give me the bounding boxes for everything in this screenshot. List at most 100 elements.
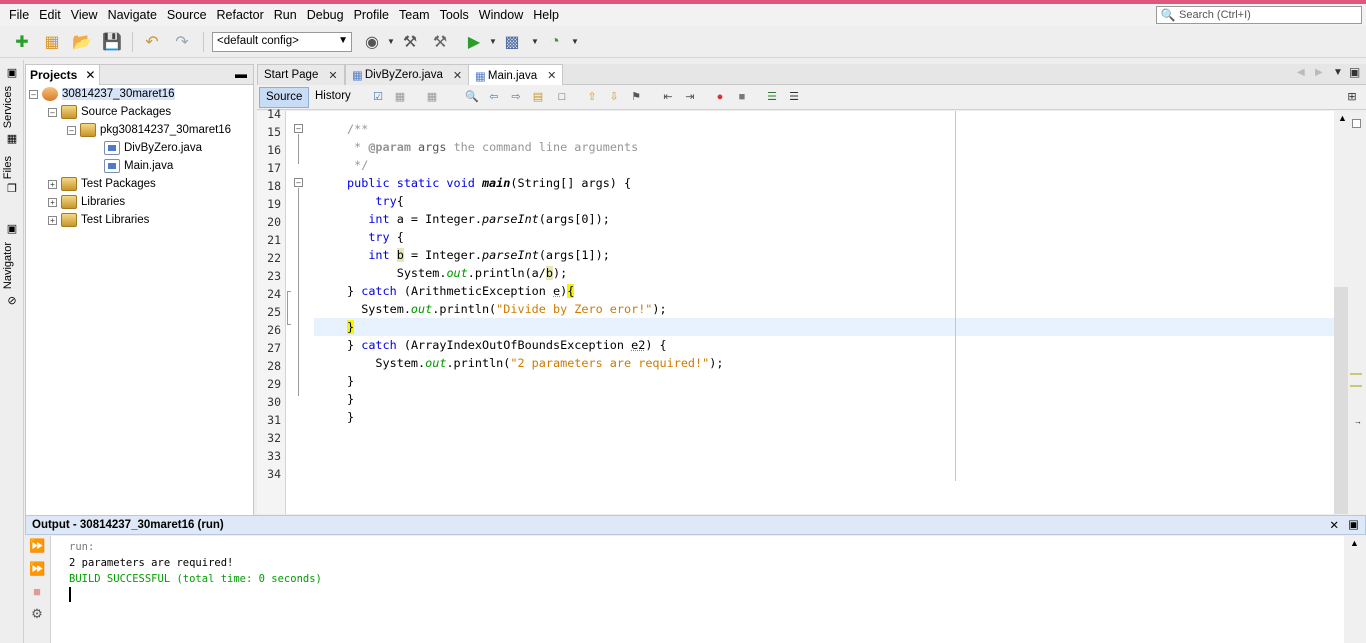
tree-item-libraries[interactable]: + Libraries bbox=[48, 193, 125, 211]
config-select[interactable]: <default config> ▼ bbox=[212, 32, 352, 52]
find-next-icon[interactable]: ⇨ bbox=[507, 89, 525, 106]
tab-divbyzero[interactable]: ▦ DivByZero.java ✕ bbox=[345, 64, 470, 85]
clean-build-icon[interactable]: ⚒ bbox=[428, 30, 452, 54]
close-icon[interactable]: ✕ bbox=[328, 69, 337, 82]
menu-profile[interactable]: Profile bbox=[349, 8, 394, 22]
editor-scrollbar[interactable]: ▲ → bbox=[1334, 111, 1366, 514]
chevron-down-icon[interactable]: ▼ bbox=[387, 37, 395, 46]
next-bookmark-icon[interactable]: ⇩ bbox=[605, 89, 623, 106]
source-view-button[interactable]: Source bbox=[259, 87, 310, 108]
chevron-down-icon[interactable]: ▼ bbox=[531, 37, 539, 46]
save-all-icon[interactable]: 💾 bbox=[100, 30, 124, 54]
debug-project-icon[interactable]: ▩ bbox=[500, 30, 524, 54]
tab-list-icon[interactable]: ▼ bbox=[1333, 67, 1343, 78]
menu-tools[interactable]: Tools bbox=[435, 8, 474, 22]
code-editor[interactable]: /** * @param args the command line argum… bbox=[314, 111, 1334, 514]
output-scrollbar[interactable]: ▲ bbox=[1344, 536, 1366, 643]
tree-item-project[interactable]: – 30814237_30maret16 bbox=[29, 85, 175, 103]
find-previous-icon[interactable]: ⇦ bbox=[485, 89, 503, 106]
minimize-icon[interactable]: ▬ bbox=[235, 67, 247, 81]
tree-item-test-libraries[interactable]: + Test Libraries bbox=[48, 211, 149, 229]
tab-main[interactable]: ▦ Main.java ✕ bbox=[468, 64, 564, 86]
fold-icon[interactable]: – bbox=[294, 178, 303, 187]
shift-left-icon[interactable]: ⇤ bbox=[659, 89, 677, 106]
navigator-tab[interactable]: Navigator bbox=[2, 242, 14, 289]
open-project-icon[interactable]: 📂 bbox=[70, 30, 94, 54]
comment-icon[interactable]: ☰ bbox=[763, 89, 781, 106]
warning-mark[interactable] bbox=[1350, 373, 1362, 375]
files-tab[interactable]: Files bbox=[2, 156, 14, 179]
menu-help[interactable]: Help bbox=[528, 8, 564, 22]
undo-icon[interactable]: ↶ bbox=[140, 30, 164, 54]
history-view-button[interactable]: History bbox=[309, 87, 357, 108]
scrollbar-thumb[interactable] bbox=[1334, 287, 1348, 514]
scroll-left-icon[interactable]: ◀ bbox=[1297, 67, 1305, 78]
warning-mark[interactable] bbox=[1350, 385, 1362, 387]
output-console[interactable]: run: 2 parameters are required! BUILD SU… bbox=[50, 536, 1344, 643]
scroll-up-icon[interactable]: ▲ bbox=[1338, 113, 1347, 123]
toggle-highlight-icon[interactable]: ▤ bbox=[529, 89, 547, 106]
restore-window-icon[interactable]: ▣ bbox=[5, 222, 19, 236]
navigator-icon[interactable]: ⊘ bbox=[5, 294, 19, 308]
shift-right-icon[interactable]: ⇥ bbox=[681, 89, 699, 106]
menu-view[interactable]: View bbox=[66, 8, 103, 22]
menu-run[interactable]: Run bbox=[269, 8, 302, 22]
menu-team[interactable]: Team bbox=[394, 8, 435, 22]
toggle-bookmark-icon[interactable]: ⚑ bbox=[627, 89, 645, 106]
scroll-up-icon[interactable]: ▲ bbox=[1350, 538, 1359, 548]
expand-icon[interactable]: + bbox=[48, 179, 57, 189]
collapse-icon[interactable]: – bbox=[48, 107, 57, 117]
tree-item-package[interactable]: – pkg30814237_30maret16 bbox=[67, 121, 231, 139]
previous-bookmark-icon[interactable]: ⇧ bbox=[583, 89, 601, 106]
services-tab[interactable]: Services bbox=[2, 86, 14, 128]
search-input[interactable]: 🔍 Search (Ctrl+I) bbox=[1156, 6, 1362, 24]
tree-item-source-packages[interactable]: – Source Packages bbox=[48, 103, 171, 121]
rerun-with-options-icon[interactable]: ⏩ bbox=[29, 561, 45, 577]
uncomment-icon[interactable]: ☰ bbox=[785, 89, 803, 106]
files-icon[interactable]: ❐ bbox=[5, 182, 19, 196]
expand-icon[interactable]: + bbox=[48, 197, 57, 207]
tree-item-test-packages[interactable]: + Test Packages bbox=[48, 175, 156, 193]
restore-window-icon[interactable]: ▣ bbox=[1349, 65, 1360, 79]
run-project-icon[interactable]: ▶ bbox=[462, 30, 486, 54]
menu-edit[interactable]: Edit bbox=[34, 8, 66, 22]
menu-file[interactable]: File bbox=[4, 8, 34, 22]
menu-source[interactable]: Source bbox=[162, 8, 212, 22]
find-icon[interactable]: 🔍 bbox=[463, 89, 481, 106]
scroll-right-icon[interactable]: ▶ bbox=[1315, 67, 1323, 78]
chevron-down-icon[interactable]: ▼ bbox=[489, 37, 497, 46]
menu-debug[interactable]: Debug bbox=[302, 8, 349, 22]
split-editor-icon[interactable]: ⊞ bbox=[1343, 89, 1361, 106]
record-macro-icon[interactable]: ● bbox=[711, 89, 729, 106]
globe-icon[interactable]: ◉ bbox=[360, 30, 384, 54]
stop-icon[interactable]: ■ bbox=[29, 584, 45, 600]
restore-window-icon[interactable]: ▣ bbox=[1348, 517, 1359, 531]
expand-icon[interactable]: + bbox=[48, 215, 57, 225]
fold-icon[interactable]: – bbox=[294, 124, 303, 133]
forward-icon[interactable]: ▦ bbox=[423, 89, 441, 106]
close-icon[interactable]: ✕ bbox=[85, 68, 95, 82]
tab-projects[interactable]: Projects ✕ bbox=[26, 65, 101, 85]
collapse-icon[interactable]: – bbox=[29, 89, 38, 99]
services-icon[interactable]: ▦ bbox=[5, 132, 19, 146]
redo-icon[interactable]: ↷ bbox=[170, 30, 194, 54]
menu-refactor[interactable]: Refactor bbox=[212, 8, 269, 22]
close-icon[interactable]: ✕ bbox=[1329, 518, 1339, 532]
last-edit-icon[interactable]: ☑ bbox=[369, 89, 387, 106]
new-project-icon[interactable]: ▦ bbox=[40, 30, 64, 54]
new-file-icon[interactable]: ✚ bbox=[10, 30, 34, 54]
menu-navigate[interactable]: Navigate bbox=[103, 8, 162, 22]
tree-item-divbyzero[interactable]: DivByZero.java bbox=[104, 139, 202, 157]
settings-icon[interactable]: ⚙ bbox=[29, 606, 45, 622]
restore-window-icon[interactable]: ▣ bbox=[5, 66, 19, 80]
build-hammer-icon[interactable]: ⚒ bbox=[398, 30, 422, 54]
chevron-down-icon[interactable]: ▼ bbox=[571, 37, 579, 46]
close-icon[interactable]: ✕ bbox=[453, 69, 462, 82]
tab-start-page[interactable]: Start Page ✕ bbox=[257, 64, 345, 85]
tree-item-main[interactable]: Main.java bbox=[104, 157, 173, 175]
collapse-icon[interactable]: – bbox=[67, 125, 76, 135]
close-icon[interactable]: ✕ bbox=[547, 69, 556, 82]
menu-window[interactable]: Window bbox=[474, 8, 528, 22]
rectangular-select-icon[interactable]: □ bbox=[553, 89, 571, 106]
profile-project-icon[interactable]: ◔ bbox=[543, 30, 567, 54]
